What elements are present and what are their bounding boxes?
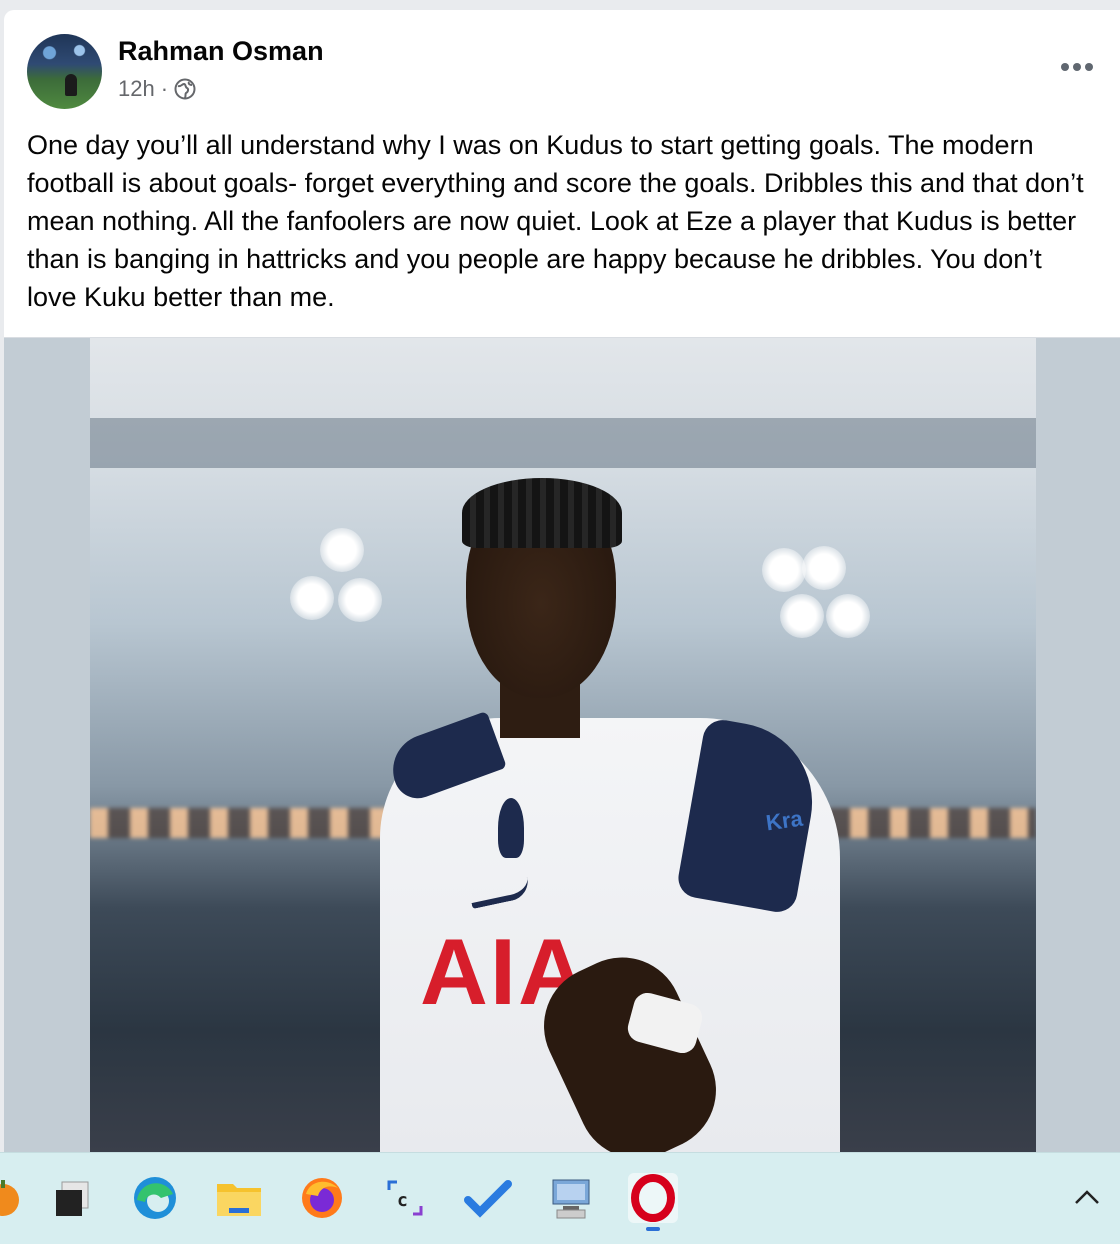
post-media[interactable]: AIA Kra xyxy=(4,337,1120,1152)
windows-taskbar: c xyxy=(0,1152,1120,1244)
todo-check-icon[interactable] xyxy=(463,1173,513,1223)
author-avatar[interactable] xyxy=(27,34,102,109)
file-explorer-icon[interactable] xyxy=(214,1173,264,1223)
meta-separator: · xyxy=(160,76,169,101)
remote-desktop-icon[interactable] xyxy=(546,1173,596,1223)
stadium-roof xyxy=(90,418,1036,468)
club-crest xyxy=(498,798,524,858)
player-photo[interactable]: AIA Kra xyxy=(90,338,1036,1152)
post-text: One day you’ll all understand why I was … xyxy=(27,130,1084,312)
firefox-icon[interactable] xyxy=(297,1173,347,1223)
pumpkin-app-icon[interactable] xyxy=(0,1173,28,1223)
player-figure: AIA Kra xyxy=(370,478,850,1152)
snipping-tool-icon[interactable]: c xyxy=(380,1173,430,1223)
post-timestamp[interactable]: 12h xyxy=(118,76,155,102)
opera-browser-icon[interactable] xyxy=(628,1173,678,1231)
post-meta: 12h · xyxy=(118,76,196,102)
more-horizontal-icon[interactable] xyxy=(1060,58,1094,72)
globe-icon[interactable] xyxy=(174,78,196,100)
post-header: Rahman Osman 12h · xyxy=(4,10,1120,110)
floodlight xyxy=(290,576,334,620)
floodlight xyxy=(320,528,364,572)
facebook-post: Rahman Osman 12h · One day you’ll all un… xyxy=(4,10,1120,1152)
player-hair xyxy=(462,478,622,548)
edge-browser-icon[interactable] xyxy=(130,1173,180,1223)
svg-text:c: c xyxy=(397,1190,408,1211)
sleeve-sponsor: Kra xyxy=(764,805,805,836)
chevron-up-icon[interactable] xyxy=(1072,1183,1102,1214)
author-name[interactable]: Rahman Osman xyxy=(118,36,324,67)
task-view-icon[interactable] xyxy=(47,1173,97,1223)
